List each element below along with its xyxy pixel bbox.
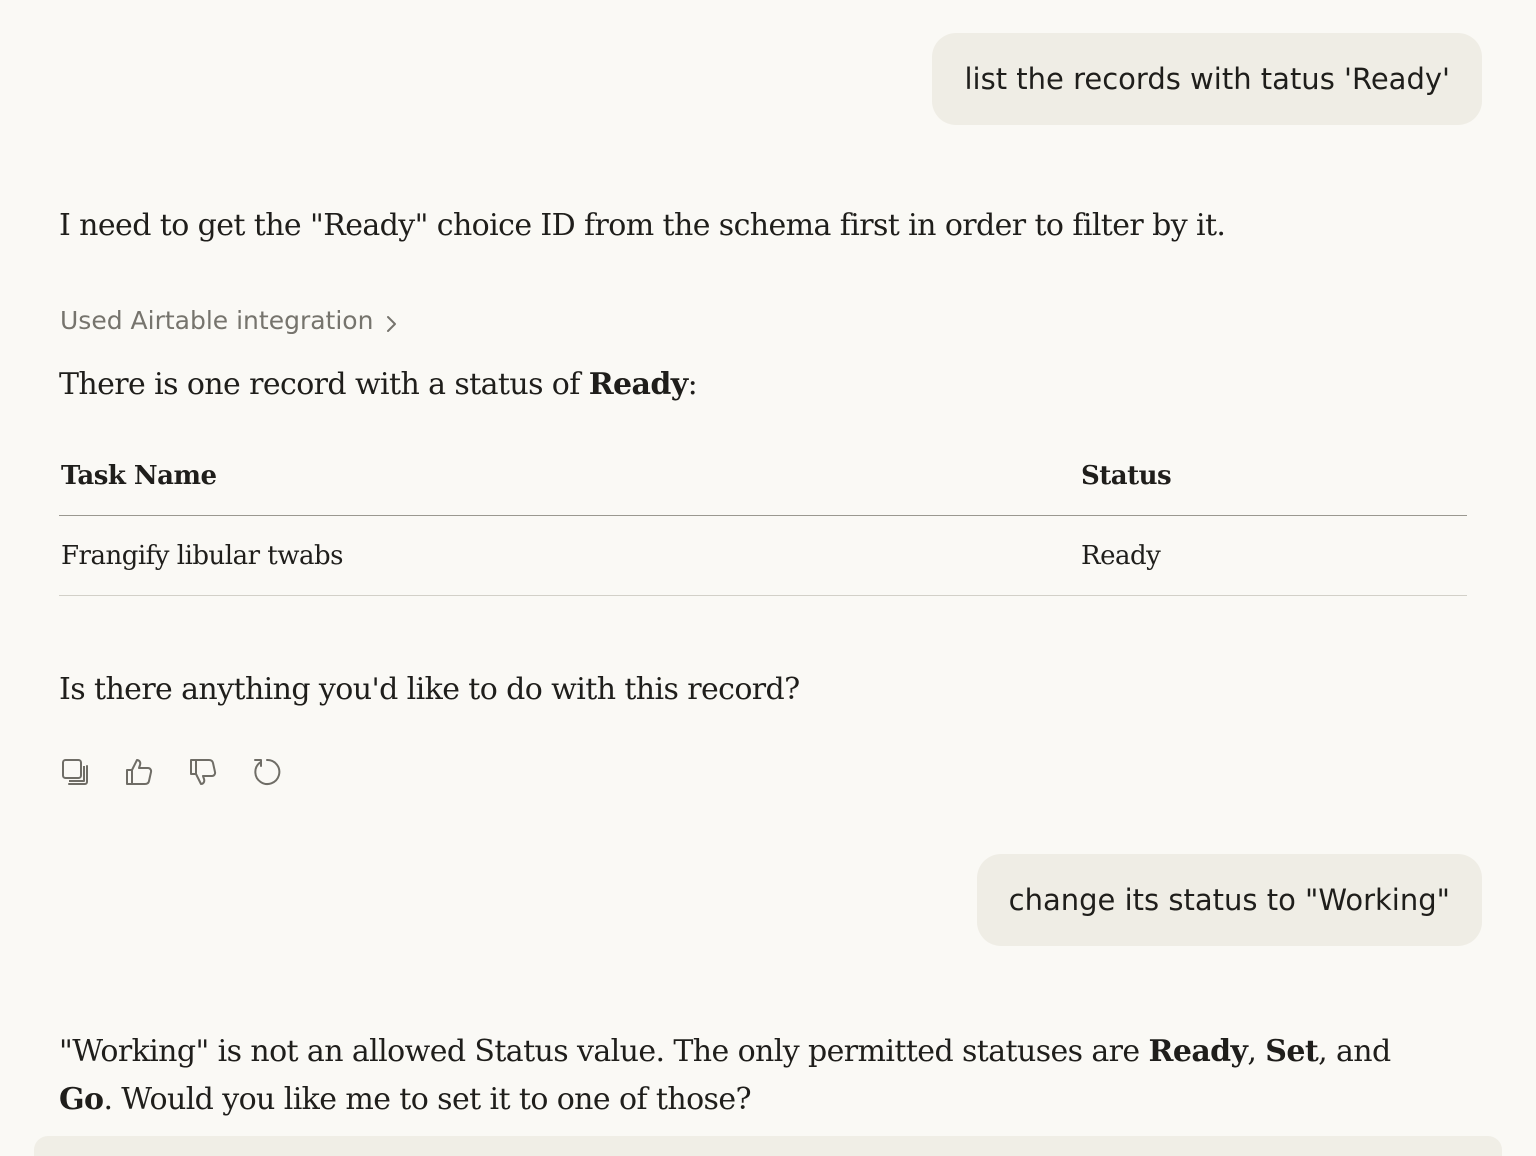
status-option-go: Go: [59, 1082, 104, 1117]
assistant-result-text: There is one record with a status of Rea…: [59, 367, 698, 402]
task-name-cell: Frangify libular twabs: [59, 515, 1079, 596]
result-bold-status: Ready: [588, 367, 688, 402]
table-header-row: Task Name Status: [59, 437, 1467, 516]
separator-1: ,: [1247, 1034, 1266, 1069]
copy-button[interactable]: [58, 754, 92, 790]
column-header-task-name: Task Name: [59, 437, 1079, 516]
assistant-response-text: "Working" is not an allowed Status value…: [59, 1028, 1419, 1124]
thumbs-down-icon: [187, 756, 219, 788]
message-actions: [58, 754, 284, 790]
separator-2: , and: [1318, 1034, 1391, 1069]
records-table: Task Name Status Frangify libular twabs …: [59, 437, 1467, 596]
column-header-status: Status: [1079, 437, 1467, 516]
user-message-bubble: change its status to "Working": [976, 854, 1482, 946]
thumbs-down-button[interactable]: [186, 754, 220, 790]
user-message-text: list the records with tatus 'Ready': [964, 62, 1450, 96]
table-row: Frangify libular twabs Ready: [59, 515, 1467, 596]
status-option-set: Set: [1265, 1034, 1319, 1069]
status-option-ready: Ready: [1148, 1034, 1248, 1069]
thumbs-up-icon: [123, 756, 155, 788]
response-part-1: "Working" is not an allowed Status value…: [59, 1034, 1149, 1069]
chevron-right-icon: [385, 311, 399, 332]
retry-icon: [251, 756, 283, 788]
tool-usage-label: Used Airtable integration: [60, 306, 374, 335]
user-message-text: change its status to "Working": [1008, 883, 1450, 917]
result-prefix: There is one record with a status of: [59, 367, 589, 402]
result-suffix: :: [687, 367, 698, 402]
composer-edge: [34, 1136, 1502, 1156]
response-part-2: . Would you like me to set it to one of …: [103, 1082, 751, 1117]
tool-usage-toggle[interactable]: Used Airtable integration: [60, 306, 399, 335]
copy-icon: [60, 757, 90, 787]
assistant-followup-text: Is there anything you'd like to do with …: [59, 672, 800, 707]
user-message-bubble: list the records with tatus 'Ready': [932, 33, 1482, 125]
thumbs-up-button[interactable]: [122, 754, 156, 790]
retry-button[interactable]: [250, 754, 284, 790]
status-cell: Ready: [1079, 515, 1467, 596]
assistant-intro-text: I need to get the "Ready" choice ID from…: [59, 208, 1226, 243]
